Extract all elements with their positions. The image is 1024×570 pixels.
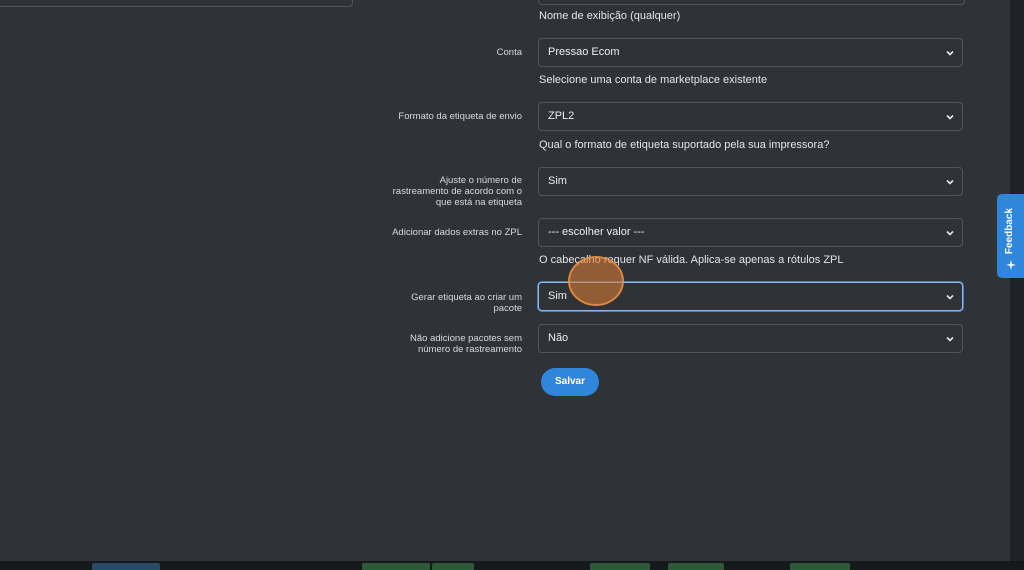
chevron-down-icon	[946, 336, 954, 342]
tracking-adjust-value: Sim	[548, 175, 567, 187]
generate-label-label: Gerar etiqueta ao criar um pacote	[411, 292, 522, 314]
account-help: Selecione uma conta de marketplace exist…	[539, 74, 768, 86]
tracking-adjust-label: Ajuste o número de rastreamento de acord…	[392, 175, 522, 208]
skip-no-tracking-select[interactable]: Não	[538, 324, 963, 353]
label-format-value: ZPL2	[548, 110, 575, 122]
account-value: Pressao Ecom	[548, 46, 620, 58]
skip-no-tracking-label: Não adicione pacotes sem número de rastr…	[410, 333, 522, 355]
skip-no-tracking-value: Não	[548, 332, 569, 344]
extra-zpl-value: --- escolher valor ---	[548, 226, 645, 238]
label-format-label: Formato da etiqueta de envio	[398, 111, 522, 122]
label-format-select[interactable]: ZPL2	[538, 102, 963, 131]
generate-label-value: Sim	[548, 290, 567, 302]
account-label: Conta	[496, 47, 522, 58]
cursor-highlight	[568, 256, 624, 306]
sparkle-icon	[1006, 260, 1016, 270]
chevron-down-icon	[946, 114, 954, 120]
taskbar-item[interactable]	[432, 563, 474, 570]
display-name-help: Nome de exibição (qualquer)	[539, 10, 681, 22]
label-format-help: Qual o formato de etiqueta suportado pel…	[539, 139, 830, 151]
right-edge-strip	[1010, 0, 1024, 570]
taskbar-item[interactable]	[362, 563, 430, 570]
chevron-down-icon	[946, 230, 954, 236]
taskbar-item[interactable]	[590, 563, 650, 570]
feedback-label: Feedback	[1004, 208, 1015, 255]
account-select[interactable]: Pressao Ecom	[538, 38, 963, 67]
extra-zpl-select[interactable]: --- escolher valor ---	[538, 218, 963, 247]
taskbar-item[interactable]	[668, 563, 724, 570]
chevron-down-icon	[946, 294, 954, 300]
save-button[interactable]: Salvar	[541, 368, 599, 396]
tracking-adjust-select[interactable]: Sim	[538, 167, 963, 196]
taskbar-item[interactable]	[92, 563, 160, 570]
chevron-down-icon	[946, 179, 954, 185]
chevron-down-icon	[946, 50, 954, 56]
extra-zpl-label: Adicionar dados extras no ZPL	[392, 227, 522, 238]
taskbar-item[interactable]	[790, 563, 850, 570]
display-name-input[interactable]	[538, 0, 965, 5]
top-left-input[interactable]	[0, 0, 353, 7]
